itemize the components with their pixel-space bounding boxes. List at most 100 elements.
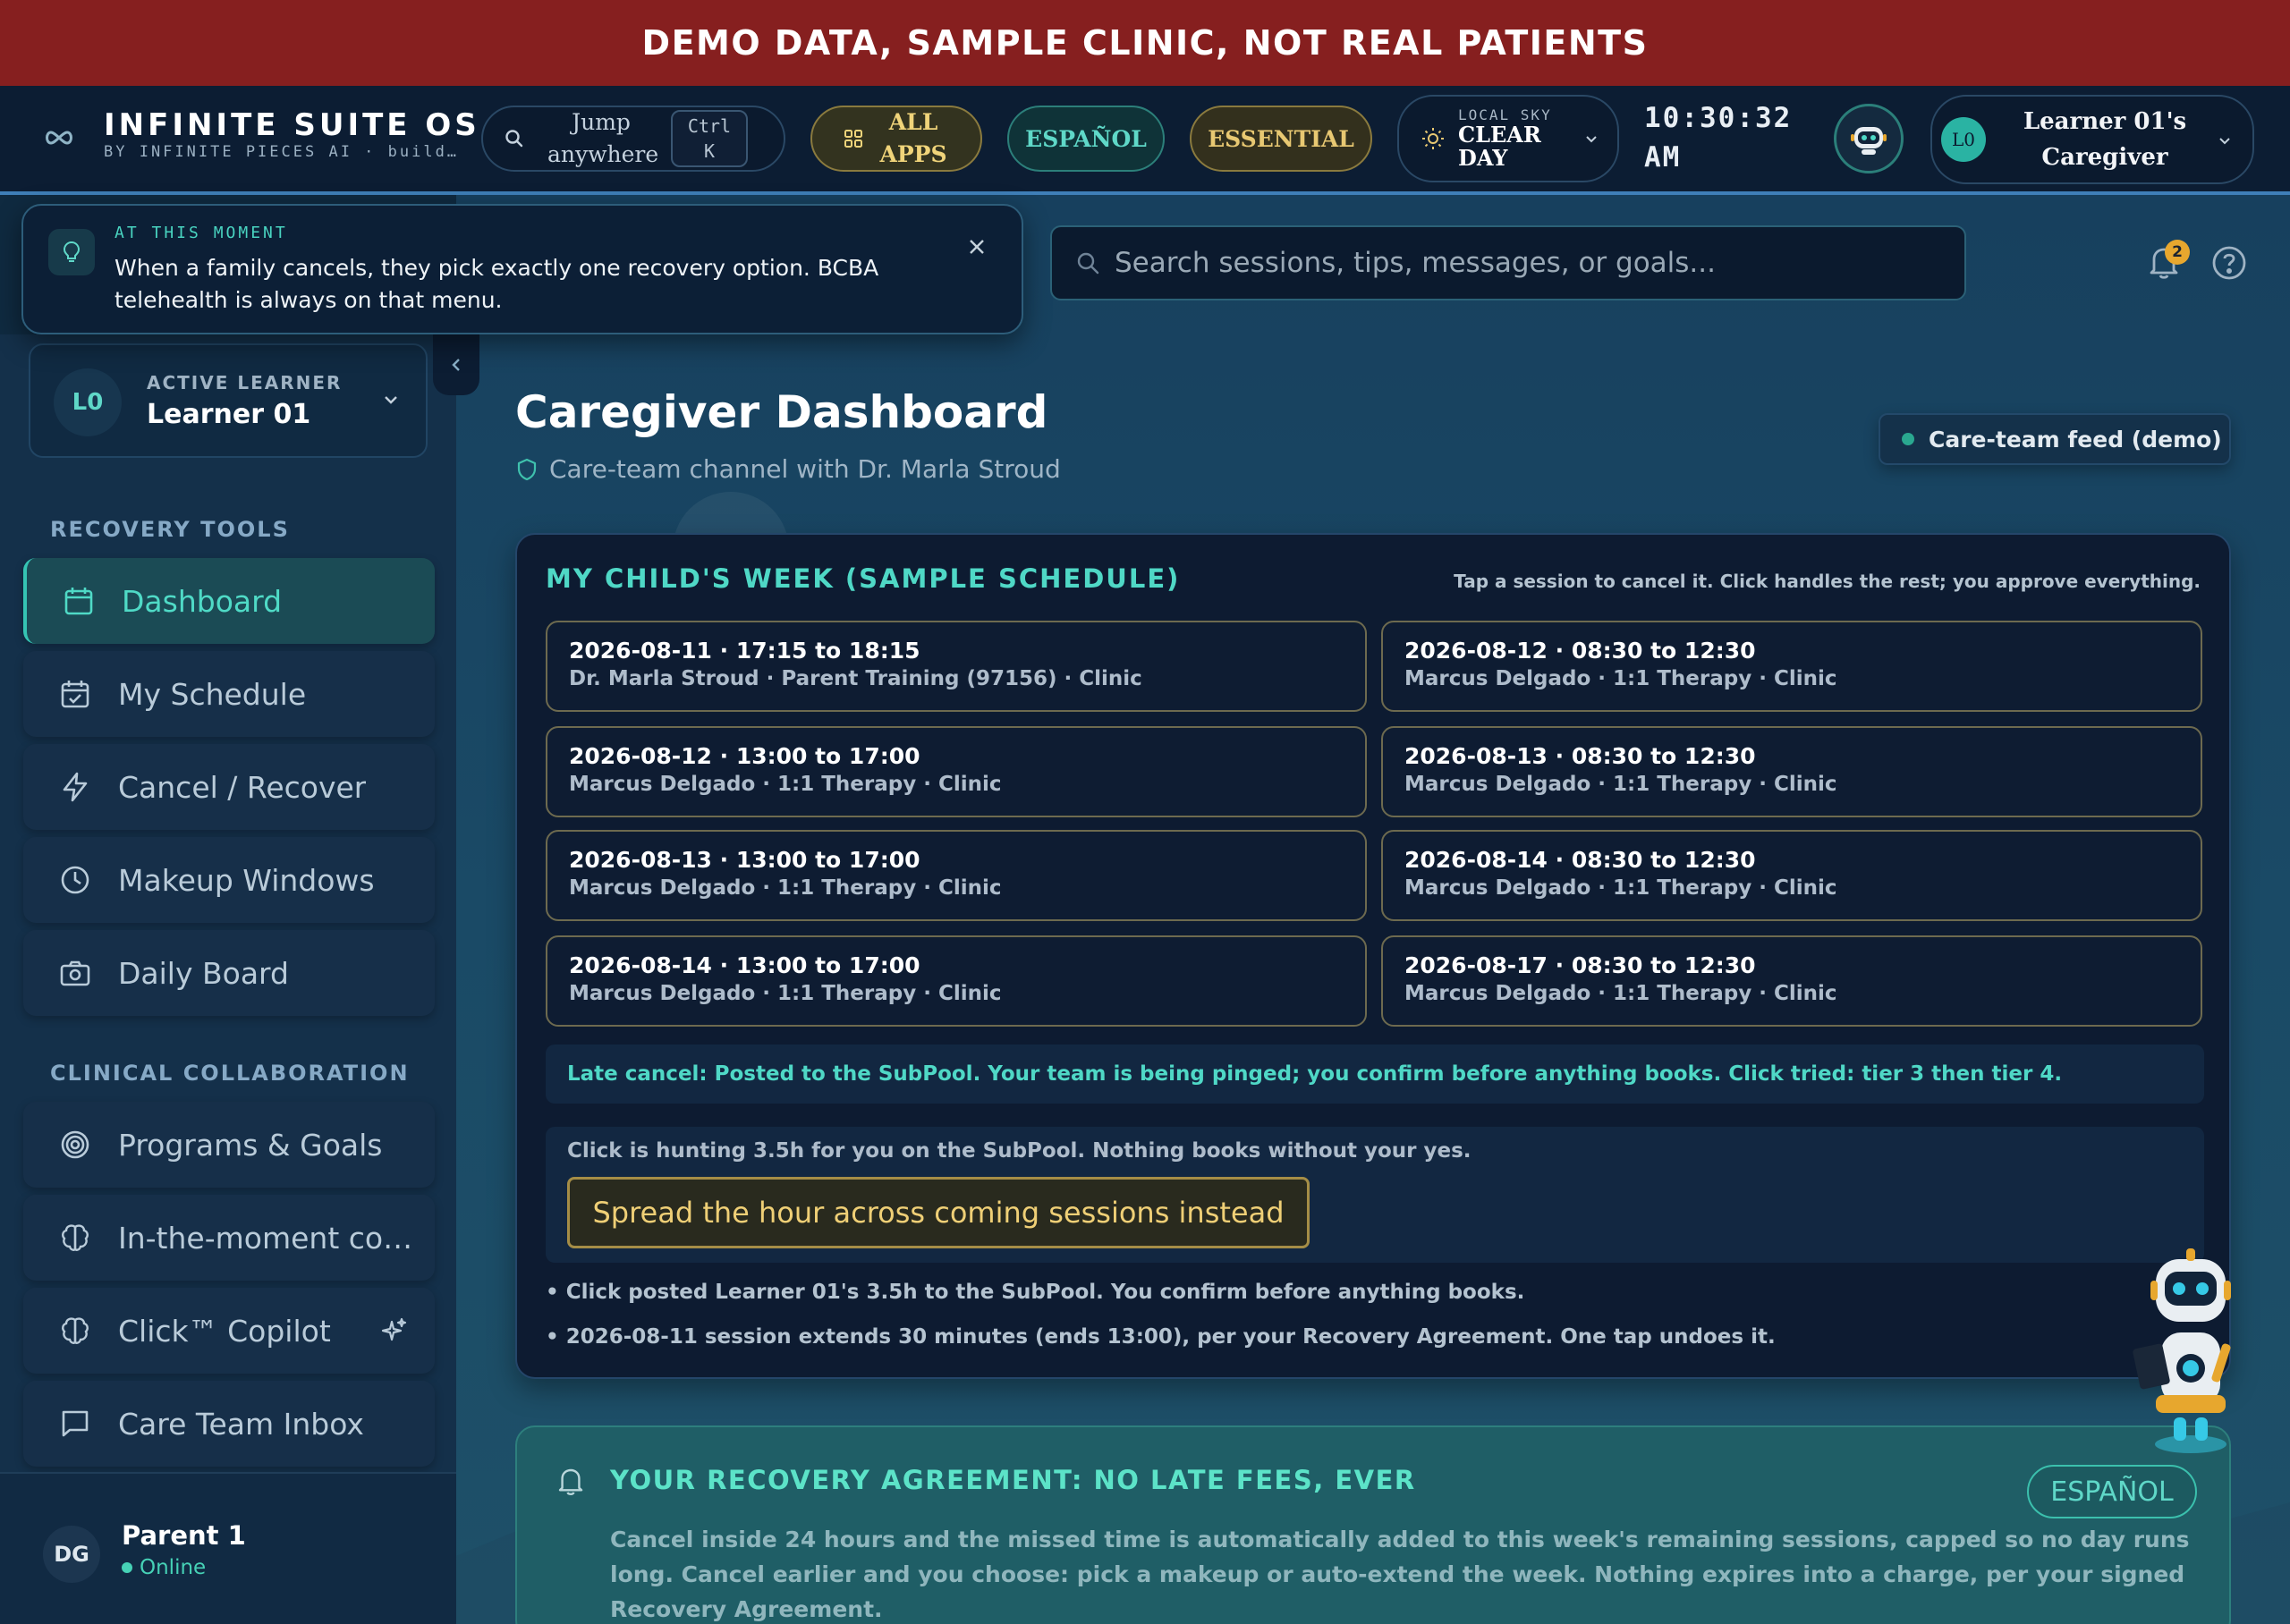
keyboard-shortcut: Ctrl K [671,110,748,167]
account-avatar: L0 [1941,117,1986,162]
demo-banner: DEMO DATA, SAMPLE CLINIC, NOT REAL PATIE… [0,0,2290,86]
learner-label: ACTIVE LEARNER [147,372,343,393]
user-status-label: Online [140,1556,207,1579]
calendar-icon [59,585,98,617]
search-bar [1050,225,1966,300]
brain-icon [55,1222,95,1254]
bell-icon [555,1465,587,1497]
late-cancel-notice: Late cancel: Posted to the SubPool. Your… [546,1045,2204,1104]
user-name: Parent 1 [122,1520,246,1551]
kbd-key-k: K [703,140,716,162]
session-card[interactable]: 2026-08-14 · 08:30 to 12:30 Marcus Delga… [1381,830,2202,921]
session-time: 2026-08-13 · 13:00 to 17:00 [569,847,920,873]
all-apps-button[interactable]: ALL APPS [810,106,982,172]
spread-hour-button[interactable]: Spread the hour across coming sessions i… [567,1177,1310,1248]
top-bar: INFINITE SUITE OS BY INFINITE PIECES AI … [0,86,2290,195]
sidebar-item-daily-board[interactable]: Daily Board [23,930,435,1016]
agreement-title: YOUR RECOVERY AGREEMENT: NO LATE FEES, E… [610,1465,1416,1495]
collapse-sidebar-button[interactable] [433,334,479,395]
sidebar-item-label: My Schedule [118,676,307,712]
clock-icon [55,864,95,896]
section-title-clinical-collaboration: CLINICAL COLLABORATION [50,1061,410,1086]
session-detail: Dr. Marla Stroud · Parent Training (9715… [569,667,1142,690]
all-apps-label: ALL APPS [879,109,947,167]
chevron-down-icon [381,390,401,410]
session-time: 2026-08-13 · 08:30 to 12:30 [1404,743,1756,769]
sidebar-item-label: Care Team Inbox [118,1406,364,1442]
espanol-toggle[interactable]: ESPAÑOL [1007,106,1165,172]
moment-tip-card: AT THIS MOMENT When a family cancels, th… [21,204,1023,334]
session-time: 2026-08-12 · 13:00 to 17:00 [569,743,920,769]
session-detail: Marcus Delgado · 1:1 Therapy · Clinic [1404,667,1837,690]
active-learner-selector[interactable]: L0 ACTIVE LEARNER Learner 01 [29,343,428,458]
agreement-text: Cancel inside 24 hours and the missed ti… [610,1527,2190,1622]
session-card[interactable]: 2026-08-17 · 08:30 to 12:30 Marcus Delga… [1381,935,2202,1027]
camera-icon [55,957,95,989]
sidebar-item-care-team-inbox[interactable]: Care Team Inbox [23,1381,435,1467]
close-icon[interactable] [966,236,988,258]
grid-icon [844,129,863,148]
subpool-hunt-panel: Click is hunting 3.5h for you on the Sub… [546,1127,2204,1263]
sidebar-item-click-copilot[interactable]: Click™ Copilot [23,1288,435,1374]
sparkle-icon [379,1316,408,1345]
session-time: 2026-08-11 · 17:15 to 18:15 [569,638,920,664]
espanol-toggle[interactable]: ESPAÑOL [2027,1465,2197,1518]
chevron-down-icon [2217,132,2233,148]
status-dot [1902,433,1914,445]
clock-time: 10:30:32 [1644,102,1793,134]
help-icon[interactable] [2211,245,2247,281]
search-input[interactable] [1115,247,1955,279]
sidebar-item-cancel-recover[interactable]: Cancel / Recover [23,744,435,830]
user-profile[interactable]: DG Parent 1 Online [0,1472,456,1624]
sidebar-item-programs-goals[interactable]: Programs & Goals [23,1102,435,1188]
weather-value: CLEAR DAY [1458,122,1541,171]
session-detail: Marcus Delgado · 1:1 Therapy · Clinic [569,876,1002,900]
section-title-recovery-tools: RECOVERY TOOLS [50,517,290,542]
page-title: Caregiver Dashboard [515,386,1048,438]
session-card[interactable]: 2026-08-12 · 08:30 to 12:30 Marcus Delga… [1381,621,2202,712]
account-menu[interactable]: L0 Learner 01's Caregiver [1930,95,2254,184]
session-card[interactable]: 2026-08-12 · 13:00 to 17:00 Marcus Delga… [546,726,1367,817]
session-detail: Marcus Delgado · 1:1 Therapy · Clinic [1404,773,1837,796]
sidebar-item-in-the-moment-coaching[interactable]: In-the-moment co… [23,1195,435,1281]
learner-name: Learner 01 [147,399,311,430]
essential-toggle[interactable]: ESSENTIAL [1190,106,1372,172]
account-name: Learner 01's Caregiver [2023,108,2187,171]
sidebar-item-label: Daily Board [118,955,289,991]
session-time: 2026-08-12 · 08:30 to 12:30 [1404,638,1756,664]
care-team-feed-badge[interactable]: Care-team feed (demo) [1879,413,2231,465]
message-icon [55,1408,95,1440]
robot-assistant-icon[interactable] [1834,104,1904,173]
weather-widget[interactable]: LOCAL SKY CLEAR DAY [1397,95,1619,182]
session-card[interactable]: 2026-08-13 · 08:30 to 12:30 Marcus Delga… [1381,726,2202,817]
session-card[interactable]: 2026-08-11 · 17:15 to 18:15 Dr. Marla St… [546,621,1367,712]
calendar-check-icon [55,678,95,710]
chevron-left-icon [447,356,465,374]
session-time: 2026-08-14 · 13:00 to 17:00 [569,952,920,978]
week-schedule-card: MY CHILD'S WEEK (SAMPLE SCHEDULE) Tap a … [515,533,2231,1379]
user-status: Online [122,1556,206,1579]
lightbulb-icon [48,229,95,275]
sidebar-item-dashboard[interactable]: Dashboard [23,558,435,644]
sidebar-item-label: Click™ Copilot [118,1313,331,1349]
brand-subtitle: BY INFINITE PIECES AI · build… [104,143,460,161]
week-hint: Tap a session to cancel it. Click handle… [1454,571,2201,592]
sidebar-item-label: Dashboard [122,583,283,619]
session-detail: Marcus Delgado · 1:1 Therapy · Clinic [1404,876,1837,900]
jump-anywhere-button[interactable]: Jump anywhere Ctrl K [481,106,785,172]
activity-note: • Click posted Learner 01's 3.5h to the … [546,1281,1525,1304]
brand[interactable]: INFINITE SUITE OS BY INFINITE PIECES AI … [104,107,477,161]
brain-icon [55,1315,95,1347]
sidebar-item-my-schedule[interactable]: My Schedule [23,651,435,737]
jump-label: Jump anywhere [547,109,659,167]
infinity-icon[interactable] [43,122,75,154]
sidebar: L0 ACTIVE LEARNER Learner 01 RECOVERY TO… [0,334,456,1624]
care-team-feed-label: Care-team feed (demo) [1929,426,2222,453]
robot-mascot-icon[interactable] [2124,1243,2258,1458]
session-card[interactable]: 2026-08-14 · 13:00 to 17:00 Marcus Delga… [546,935,1367,1027]
session-card[interactable]: 2026-08-13 · 13:00 to 17:00 Marcus Delga… [546,830,1367,921]
clock-ampm: AM [1644,141,1682,173]
session-detail: Marcus Delgado · 1:1 Therapy · Clinic [569,773,1002,796]
sidebar-item-makeup-windows[interactable]: Makeup Windows [23,837,435,923]
activity-note: • 2026-08-11 session extends 30 minutes … [546,1325,1776,1349]
